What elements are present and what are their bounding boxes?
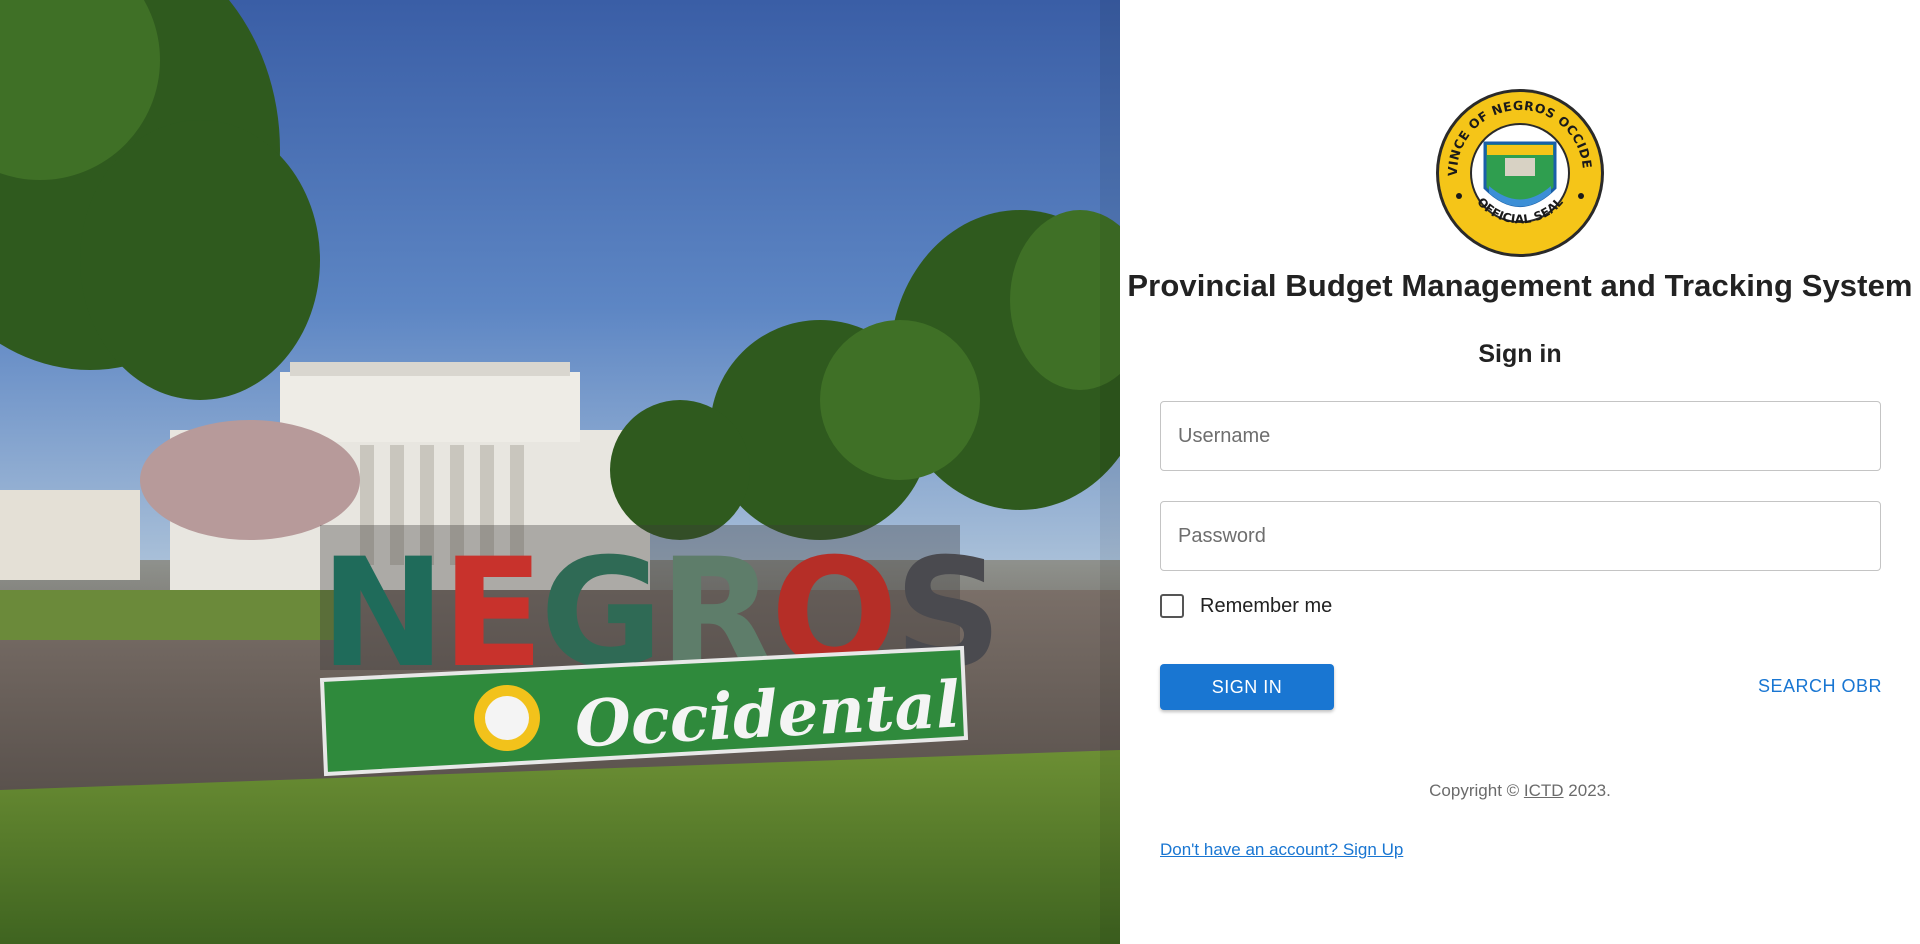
signin-heading: Sign in bbox=[1478, 340, 1562, 368]
hero-photo: NEGROS Occidental bbox=[0, 0, 1120, 944]
remember-me-checkbox[interactable] bbox=[1160, 594, 1184, 618]
app-title: Provincial Budget Management and Trackin… bbox=[1127, 268, 1913, 303]
password-field[interactable] bbox=[1160, 501, 1881, 571]
ictd-link[interactable]: ICTD bbox=[1524, 781, 1564, 800]
copyright-prefix: Copyright © bbox=[1429, 781, 1524, 800]
sign-up-link[interactable]: Don't have an account? Sign Up bbox=[1160, 840, 1403, 860]
search-obr-button[interactable]: SEARCH OBR bbox=[1750, 668, 1890, 704]
official-seal-icon: PROVINCE OF NEGROS OCCIDENTAL OFFICIAL S… bbox=[1435, 88, 1604, 257]
remember-me-label: Remember me bbox=[1200, 594, 1333, 617]
hero-illustration: NEGROS Occidental bbox=[0, 0, 1120, 944]
password-input[interactable] bbox=[1161, 502, 1880, 570]
username-field[interactable] bbox=[1160, 401, 1881, 471]
copyright-text: Copyright © ICTD 2023. bbox=[1120, 781, 1920, 801]
sign-in-button[interactable]: SIGN IN bbox=[1160, 664, 1334, 710]
login-panel: PROVINCE OF NEGROS OCCIDENTAL OFFICIAL S… bbox=[1120, 0, 1920, 944]
negros-sign: NEGROS Occidental bbox=[319, 525, 1002, 777]
remember-me[interactable]: Remember me bbox=[1160, 594, 1332, 618]
username-input[interactable] bbox=[1161, 402, 1880, 470]
login-page: NEGROS Occidental VINCE OF NEGROS OCCIDE… bbox=[0, 0, 1920, 944]
copyright-suffix: 2023. bbox=[1563, 781, 1611, 800]
